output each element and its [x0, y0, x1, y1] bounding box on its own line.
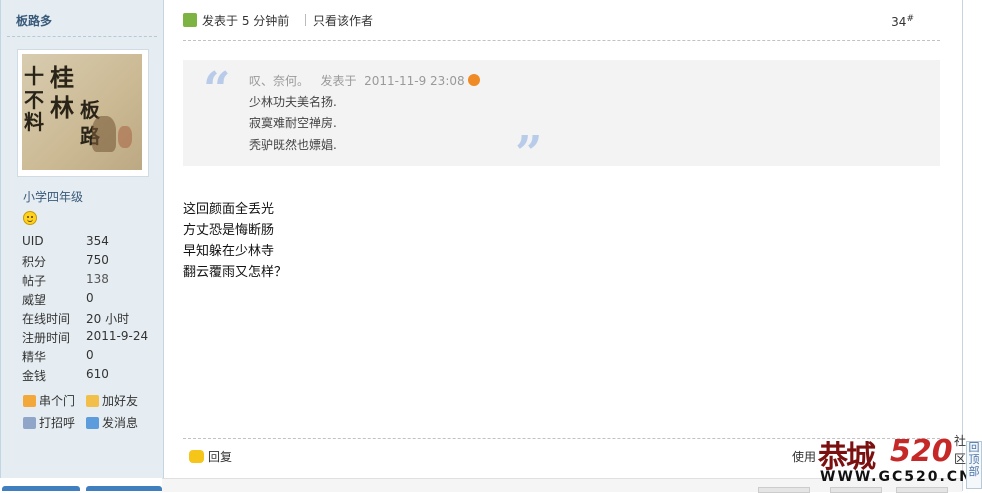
reply-button[interactable]: 回复 [189, 448, 232, 465]
poke-button[interactable]: 打招呼 [23, 414, 75, 431]
message-label: 发消息 [102, 416, 139, 430]
back-to-top-char: 部 [968, 465, 980, 478]
floor-value: 34 [891, 15, 907, 29]
bottom-tab[interactable] [2, 486, 80, 491]
avatar-figure [92, 116, 116, 152]
bottom-tab[interactable] [86, 486, 162, 491]
open-quote-icon: “ [203, 62, 231, 118]
avatar-image: 桂 林 板 路 十 不 料 [22, 54, 142, 170]
header-divider-line [183, 40, 940, 41]
avatar[interactable]: 桂 林 板 路 十 不 料 [17, 49, 149, 177]
smile-icon [23, 211, 37, 225]
poke-label: 打招呼 [39, 416, 76, 430]
watermark-qu: 区 [954, 452, 967, 466]
home-icon [23, 395, 36, 407]
stat-value: 750 [86, 253, 109, 267]
user-rank[interactable]: 小学四年级 [23, 188, 83, 205]
stat-value-link[interactable]: 138 [86, 272, 109, 286]
envelope-icon [86, 417, 99, 429]
visit-button[interactable]: 串个门 [23, 392, 75, 409]
avatar-char: 林 [50, 93, 74, 122]
floor-number[interactable]: 34# [891, 14, 914, 29]
stat-value: 610 [86, 367, 109, 381]
stat-row: 威望 0 [22, 291, 162, 310]
back-to-top-button[interactable]: 回 顶 部 [966, 441, 982, 489]
quote-line: 秃驴既然也嫖娼. [249, 138, 337, 152]
stat-label: 金钱 [22, 369, 47, 383]
bottom-button[interactable] [758, 487, 810, 493]
floor-mark: # [906, 14, 914, 24]
stat-label: 在线时间 [22, 312, 71, 326]
stat-value: 2011-9-24 [86, 329, 149, 343]
close-quote-icon: ” [515, 126, 543, 182]
back-to-post-icon[interactable] [467, 74, 480, 86]
stat-value: 0 [86, 291, 94, 305]
post-time: 发表于 5 分钟前 [202, 14, 290, 28]
stat-row: 帖子 138 [22, 272, 162, 291]
avatar-figure [118, 126, 132, 148]
add-friend-button[interactable]: 加好友 [86, 392, 138, 409]
stat-row: 在线时间 20 小时 [22, 310, 162, 329]
body-line: 这回颜面全丢光 [183, 202, 275, 217]
stat-value: 354 [86, 234, 109, 248]
stat-row: 积分 750 [22, 253, 162, 272]
stat-value: 20 小时 [86, 312, 130, 326]
handshake-icon [86, 395, 99, 407]
stat-label: 精华 [22, 350, 47, 364]
watermark-url: WWW.GC520.CN [820, 469, 973, 485]
quote-posted-label: 发表于 [320, 74, 357, 88]
online-status-icon [183, 13, 197, 27]
header-divider [305, 14, 306, 26]
stat-value: 0 [86, 348, 94, 362]
stat-row: 注册时间 2011-9-24 [22, 329, 162, 348]
quote-date: 2011-11-9 23:08 [364, 74, 465, 88]
stat-label: 注册时间 [22, 331, 71, 345]
avatar-char: 料 [24, 110, 44, 134]
stat-label: UID [22, 234, 44, 248]
quote-line: 寂寞难耐空禅房. [249, 116, 337, 130]
watermark-number: 520 [890, 434, 953, 469]
sidebar-divider [7, 36, 157, 37]
body-line: 翻云覆雨又怎样？ [183, 265, 288, 280]
only-author-link[interactable]: 只看该作者 [313, 12, 373, 29]
stat-row: 精华 0 [22, 348, 162, 367]
poke-icon [23, 417, 36, 429]
body-line: 早知躲在少林寺 [183, 244, 275, 259]
message-button[interactable]: 发消息 [86, 414, 138, 431]
quote-header: 叹、奈何。 发表于 2011-11-9 23:08 [249, 72, 480, 89]
quote-author: 叹、奈何。 [249, 74, 310, 88]
watermark-she: 社 [954, 434, 967, 448]
stat-label: 帖子 [22, 274, 47, 288]
visit-label: 串个门 [39, 394, 76, 408]
stat-row: 金钱 610 [22, 367, 162, 386]
add-friend-label: 加好友 [102, 394, 139, 408]
stat-label: 威望 [22, 293, 47, 307]
stat-label: 积分 [22, 255, 47, 269]
stat-row: UID 354 [22, 234, 162, 253]
site-watermark: 恭城 520 社 区 WWW.GC520.CN [818, 432, 971, 488]
post-container: 板路多 桂 林 板 路 十 不 料 小学四年级 UID 354 积分 750 帖… [0, 0, 963, 492]
author-name[interactable]: 板路多 [16, 12, 52, 29]
reply-label: 回复 [208, 450, 233, 464]
quote-line: 少林功夫美名扬. [249, 95, 337, 109]
author-sidebar: 板路多 桂 林 板 路 十 不 料 小学四年级 UID 354 积分 750 帖… [0, 0, 164, 478]
quote-block: “ ” 叹、奈何。 发表于 2011-11-9 23:08 少林功夫美名扬. 寂… [183, 60, 940, 182]
use-link[interactable]: 使用 [792, 448, 816, 465]
reply-icon [189, 450, 204, 463]
body-line: 方丈恐是悔断肠 [183, 223, 275, 238]
